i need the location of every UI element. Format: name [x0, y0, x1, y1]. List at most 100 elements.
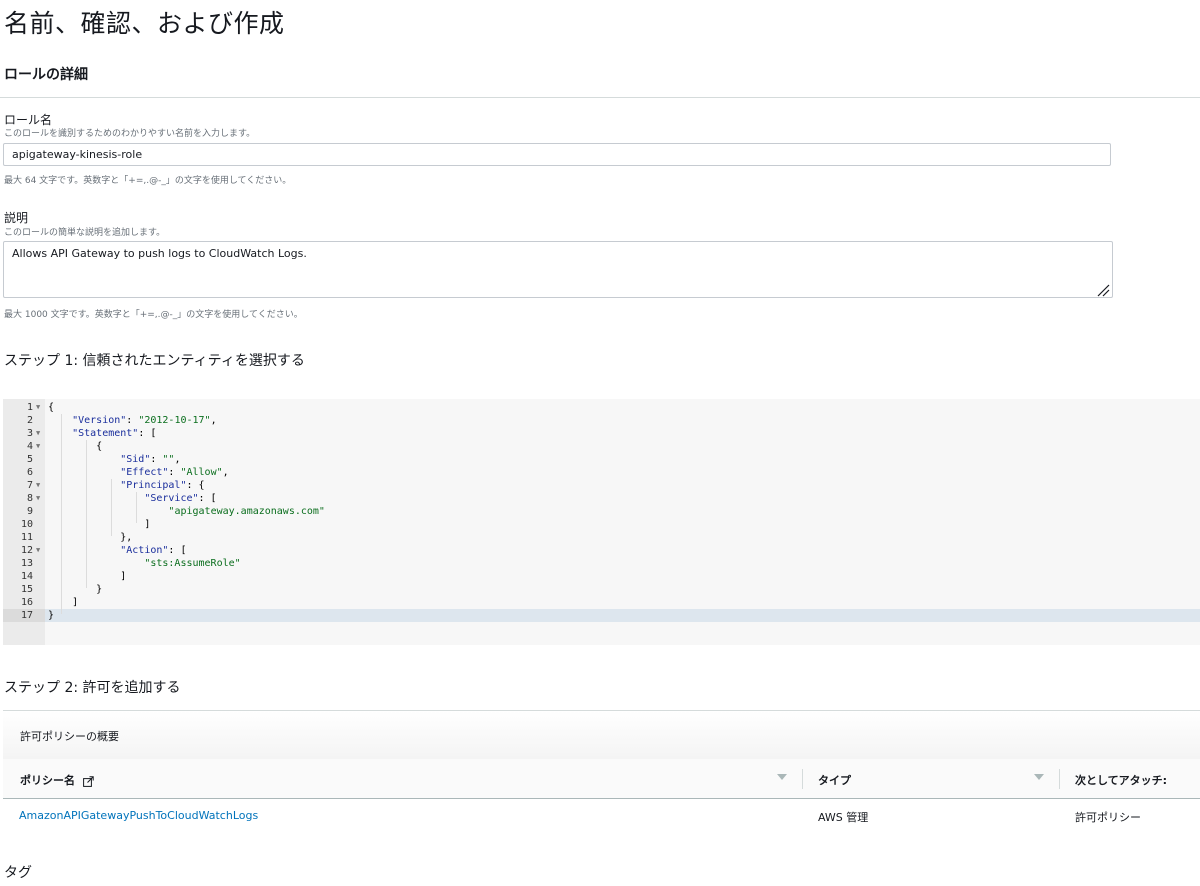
sort-down-icon[interactable]: [1034, 774, 1044, 780]
fold-arrow-icon[interactable]: ▼: [36, 544, 40, 557]
code-line[interactable]: 13 "sts:AssumeRole": [3, 557, 1200, 570]
table-row: AmazonAPIGatewayPushToCloudWatchLogs AWS…: [3, 799, 1200, 832]
code-line[interactable]: 10 ]: [3, 518, 1200, 531]
line-number: 15: [20, 584, 33, 595]
gutter-cell: 2: [3, 414, 45, 427]
code-line[interactable]: 14 ]: [3, 570, 1200, 583]
line-number: 16: [20, 597, 33, 608]
fold-arrow-icon[interactable]: ▼: [36, 427, 40, 440]
page-title: 名前、確認、および作成: [4, 9, 285, 38]
code-line[interactable]: 17}: [3, 609, 1200, 622]
code-line[interactable]: 12 ▼ "Action": [: [3, 544, 1200, 557]
column-separator: [1059, 769, 1060, 789]
code-line[interactable]: 4 ▼ {: [3, 440, 1200, 453]
code-line[interactable]: 6 "Effect": "Allow",: [3, 466, 1200, 479]
line-number: 5: [26, 454, 33, 465]
column-header-type[interactable]: タイプ: [818, 772, 851, 788]
code-text: "Action": [: [120, 545, 187, 556]
fold-arrow-icon[interactable]: ▼: [36, 440, 40, 453]
line-number: 11: [20, 532, 33, 543]
line-number: 6: [26, 467, 33, 478]
code-text: "Version": "2012-10-17",: [72, 415, 217, 426]
resize-grip-icon[interactable]: [1096, 283, 1110, 297]
role-name-hint: 最大 64 文字です。英数字と「+=,.@-_」の文字を使用してください。: [4, 176, 292, 186]
code-line[interactable]: 11 },: [3, 531, 1200, 544]
policy-attached-as: 許可ポリシー: [1075, 811, 1141, 824]
column-header-policy-name[interactable]: ポリシー名: [20, 772, 94, 788]
code-line[interactable]: 2 "Version": "2012-10-17",: [3, 414, 1200, 427]
role-name-description: このロールを識別するためのわかりやすい名前を入力します。: [4, 129, 256, 139]
code-text: "Principal": {: [120, 480, 205, 491]
line-number: 12: [20, 545, 33, 556]
description-label: 説明: [4, 211, 29, 225]
description-hint: 最大 1000 文字です。英数字と「+=,.@-_」の文字を使用してください。: [4, 310, 303, 320]
gutter-cell: 12 ▼: [3, 544, 45, 557]
code-text: "sts:AssumeRole": [144, 558, 241, 569]
code-text: ]: [48, 571, 127, 582]
code-line[interactable]: 7 ▼ "Principal": {: [3, 479, 1200, 492]
gutter-cell: 17: [3, 609, 45, 622]
gutter-cell: 3 ▼: [3, 427, 45, 440]
line-number: 14: [20, 571, 33, 582]
code-text: }: [48, 584, 103, 595]
indent-guide: [86, 440, 87, 588]
external-link-icon: [82, 775, 94, 787]
line-number: 8: [26, 493, 33, 504]
sort-down-icon[interactable]: [777, 774, 787, 780]
code-line[interactable]: 16 ]: [3, 596, 1200, 609]
code-text: "Statement": [: [72, 428, 157, 439]
role-name-input[interactable]: [3, 143, 1111, 166]
gutter-cell: 8 ▼: [3, 492, 45, 505]
code-line[interactable]: 8 ▼ "Service": [: [3, 492, 1200, 505]
code-text: "apigateway.amazonaws.com": [168, 506, 325, 517]
gutter-cell: 14: [3, 570, 45, 583]
fold-arrow-icon[interactable]: ▼: [36, 401, 40, 414]
code-text: ]: [48, 597, 79, 608]
indent-guide: [136, 492, 137, 523]
gutter-cell: 6: [3, 466, 45, 479]
line-number: 13: [20, 558, 33, 569]
code-line[interactable]: 3 ▼ "Statement": [: [3, 427, 1200, 440]
line-number: 4: [26, 441, 33, 452]
gutter-cell: 5: [3, 453, 45, 466]
gutter-cell: 11: [3, 531, 45, 544]
column-header-attached-as[interactable]: 次としてアタッチ:: [1075, 772, 1167, 788]
indent-guide: [111, 479, 112, 536]
code-line[interactable]: 5 "Sid": "",: [3, 453, 1200, 466]
code-text: "Sid": "",: [120, 454, 181, 465]
gutter-cell: 10: [3, 518, 45, 531]
line-number: 1: [26, 402, 33, 413]
code-text: "Effect": "Allow",: [120, 467, 229, 478]
gutter-cell: 1 ▼: [3, 401, 45, 414]
code-text: {: [48, 402, 55, 413]
line-number: 17: [20, 610, 33, 621]
role-details-heading: ロールの詳細: [4, 67, 88, 83]
line-number: 9: [26, 506, 33, 517]
section-divider: [0, 97, 1200, 98]
gutter-cell: 9: [3, 505, 45, 518]
code-line[interactable]: 15 }: [3, 583, 1200, 596]
policy-type: AWS 管理: [818, 811, 869, 824]
line-number: 3: [26, 428, 33, 439]
step1-title: ステップ 1: 信頼されたエンティティを選択する: [4, 353, 305, 369]
line-number: 7: [26, 480, 33, 491]
gutter-cell: 4 ▼: [3, 440, 45, 453]
permission-policy-table: 許可ポリシーの概要 ポリシー名 タイプ 次としてアタッチ: AmazonAPIG…: [3, 710, 1200, 832]
description-textarea[interactable]: Allows API Gateway to push logs to Cloud…: [3, 241, 1113, 298]
policy-name-link[interactable]: AmazonAPIGatewayPushToCloudWatchLogs: [19, 809, 258, 822]
gutter-cell: 15: [3, 583, 45, 596]
line-number: 2: [26, 415, 33, 426]
line-number: 10: [20, 519, 33, 530]
gutter-cell: 13: [3, 557, 45, 570]
code-text: "Service": [: [144, 493, 217, 504]
gutter-cell: 16: [3, 596, 45, 609]
tags-title: タグ: [4, 865, 32, 881]
column-separator: [802, 769, 803, 789]
fold-arrow-icon[interactable]: ▼: [36, 492, 40, 505]
code-line[interactable]: 1 ▼{: [3, 401, 1200, 414]
description-description: このロールの簡単な説明を追加します。: [4, 228, 166, 238]
trust-policy-editor[interactable]: 1 ▼{2 "Version": "2012-10-17", 3 ▼ "Stateme…: [3, 399, 1200, 645]
step2-title: ステップ 2: 許可を追加する: [4, 680, 181, 696]
code-line[interactable]: 9 "apigateway.amazonaws.com": [3, 505, 1200, 518]
fold-arrow-icon[interactable]: ▼: [36, 479, 40, 492]
